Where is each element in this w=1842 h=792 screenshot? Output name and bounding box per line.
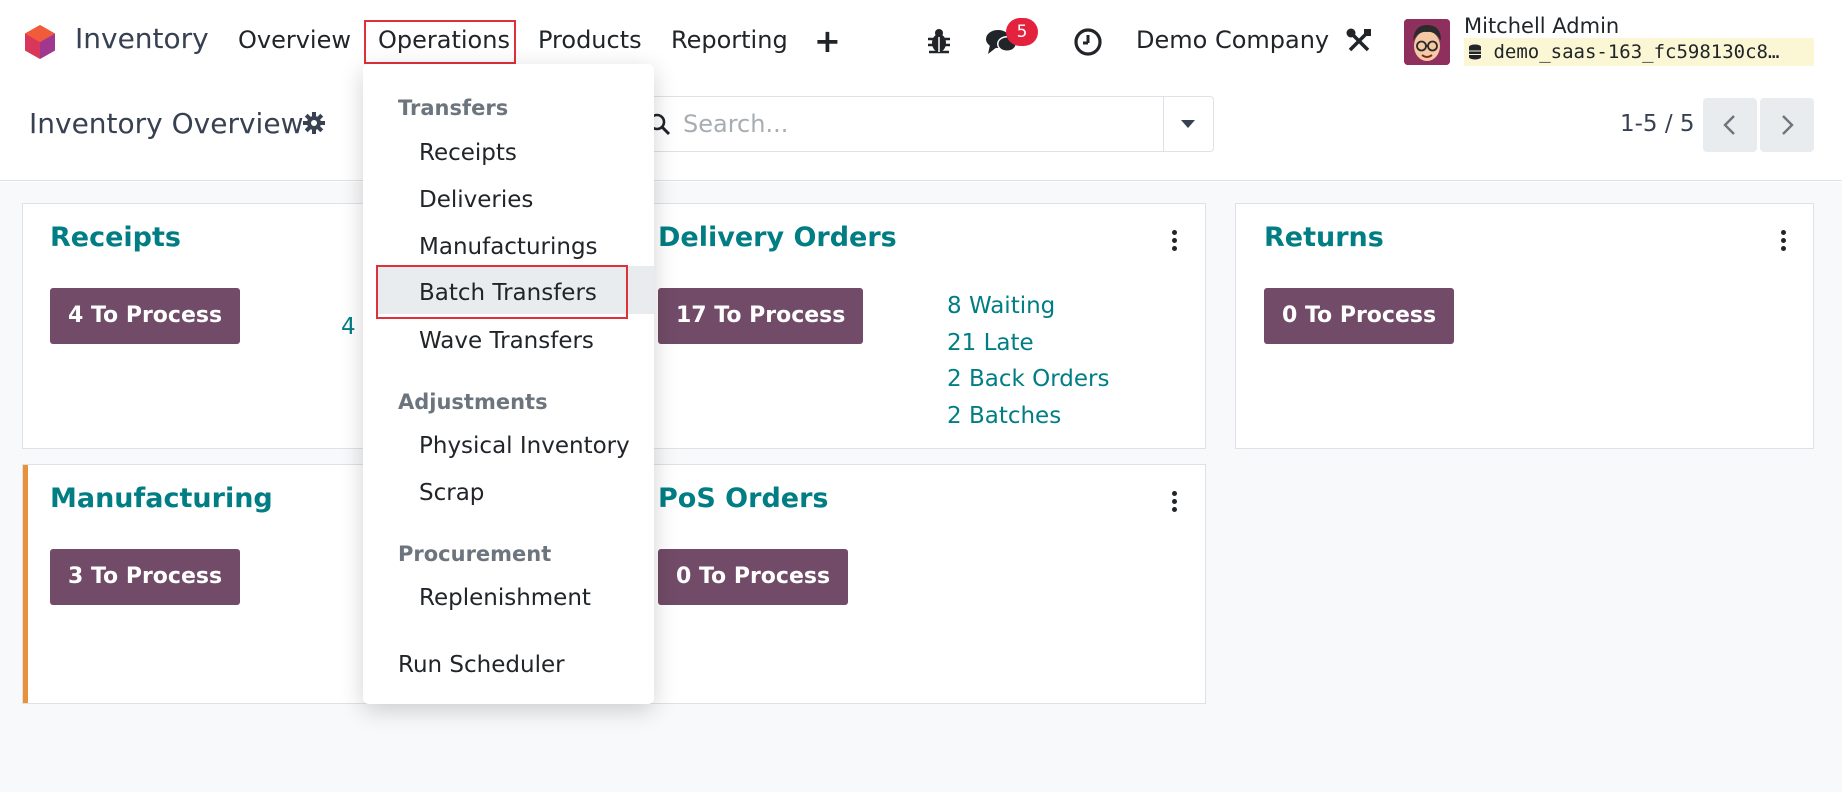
menu-item-batch-transfers[interactable]: Batch Transfers [419, 280, 597, 306]
stat-late[interactable]: 21 Late [947, 330, 1034, 356]
to-process-button[interactable]: 4 To Process [50, 288, 241, 344]
nav-products[interactable]: Products [538, 26, 642, 54]
page-title: Inventory Overview [29, 107, 304, 140]
search-input[interactable] [683, 109, 1163, 139]
pager-next-button[interactable] [1760, 98, 1814, 152]
card-delivery-orders: Delivery Orders 17 To Process 8 Waiting … [629, 203, 1206, 449]
card-color-accent [23, 465, 28, 703]
user-name[interactable]: Mitchell Admin [1464, 14, 1619, 38]
card-returns: Returns 0 To Process [1235, 203, 1814, 449]
menu-item-replenishment[interactable]: Replenishment [419, 585, 591, 611]
nav-overview[interactable]: Overview [238, 26, 351, 54]
menu-item-deliveries[interactable]: Deliveries [419, 187, 533, 213]
search-options-toggle[interactable] [1163, 97, 1213, 151]
menu-item-run-scheduler[interactable]: Run Scheduler [398, 652, 565, 678]
search-bar [624, 96, 1214, 152]
tools-icon[interactable] [1345, 27, 1373, 55]
card-title[interactable]: Manufacturing [50, 483, 273, 514]
menu-item-scrap[interactable]: Scrap [419, 480, 484, 506]
kebab-icon[interactable] [1172, 230, 1178, 252]
stat-waiting[interactable]: 8 Waiting [947, 293, 1055, 319]
messages-badge: 5 [1006, 18, 1038, 46]
pager-value[interactable]: 1-5 / 5 [1620, 111, 1695, 137]
chevron-right-icon [1782, 115, 1794, 135]
kebab-icon[interactable] [1172, 491, 1178, 513]
to-process-button[interactable]: 3 To Process [50, 549, 241, 605]
database-name: demo_saas-163_fc598130c8… [1493, 41, 1780, 63]
nav-operations[interactable]: Operations [378, 26, 510, 54]
app-name[interactable]: Inventory [75, 22, 209, 55]
card-title[interactable]: Receipts [50, 222, 181, 253]
to-process-button[interactable]: 17 To Process [658, 288, 864, 344]
card-title[interactable]: Returns [1264, 222, 1384, 253]
stat-batches[interactable]: 2 Batches [947, 403, 1061, 429]
menu-section-transfers: Transfers [398, 96, 509, 120]
card-title[interactable]: PoS Orders [658, 483, 828, 514]
plus-icon[interactable]: + [814, 22, 841, 60]
menu-section-adjustments: Adjustments [398, 390, 548, 414]
database-chip: demo_saas-163_fc598130c8… [1464, 38, 1814, 66]
menu-section-procurement: Procurement [398, 542, 552, 566]
kanban-view: Receipts 4 To Process 4 L Delivery Order… [0, 182, 1842, 792]
menu-item-wave-transfers[interactable]: Wave Transfers [419, 328, 594, 354]
clock-icon[interactable] [1073, 27, 1103, 57]
pager-previous-button[interactable] [1703, 98, 1757, 152]
company-switcher[interactable]: Demo Company [1136, 26, 1329, 54]
caret-down-icon [1181, 120, 1195, 128]
control-panel: Inventory Overview 1-5 / 5 [0, 83, 1842, 181]
gear-icon[interactable] [302, 111, 326, 135]
database-icon [1469, 44, 1481, 60]
operations-dropdown-menu: Transfers Receipts Deliveries Manufactur… [363, 64, 654, 704]
to-process-button[interactable]: 0 To Process [658, 549, 849, 605]
card-pos-orders: PoS Orders 0 To Process [629, 464, 1206, 704]
app-logo-icon[interactable] [22, 24, 58, 60]
top-navbar: Inventory Overview Operations Products R… [0, 0, 1842, 83]
to-process-button[interactable]: 0 To Process [1264, 288, 1455, 344]
bug-icon[interactable] [926, 27, 952, 55]
stat-back-orders[interactable]: 2 Back Orders [947, 366, 1109, 392]
kebab-icon[interactable] [1781, 230, 1787, 252]
avatar[interactable] [1404, 19, 1450, 65]
menu-item-manufacturings[interactable]: Manufacturings [419, 234, 598, 260]
menu-item-receipts[interactable]: Receipts [419, 140, 517, 166]
nav-reporting[interactable]: Reporting [671, 26, 788, 54]
chevron-left-icon [1723, 115, 1735, 135]
card-title[interactable]: Delivery Orders [658, 222, 897, 253]
menu-item-physical-inventory[interactable]: Physical Inventory [419, 433, 630, 459]
